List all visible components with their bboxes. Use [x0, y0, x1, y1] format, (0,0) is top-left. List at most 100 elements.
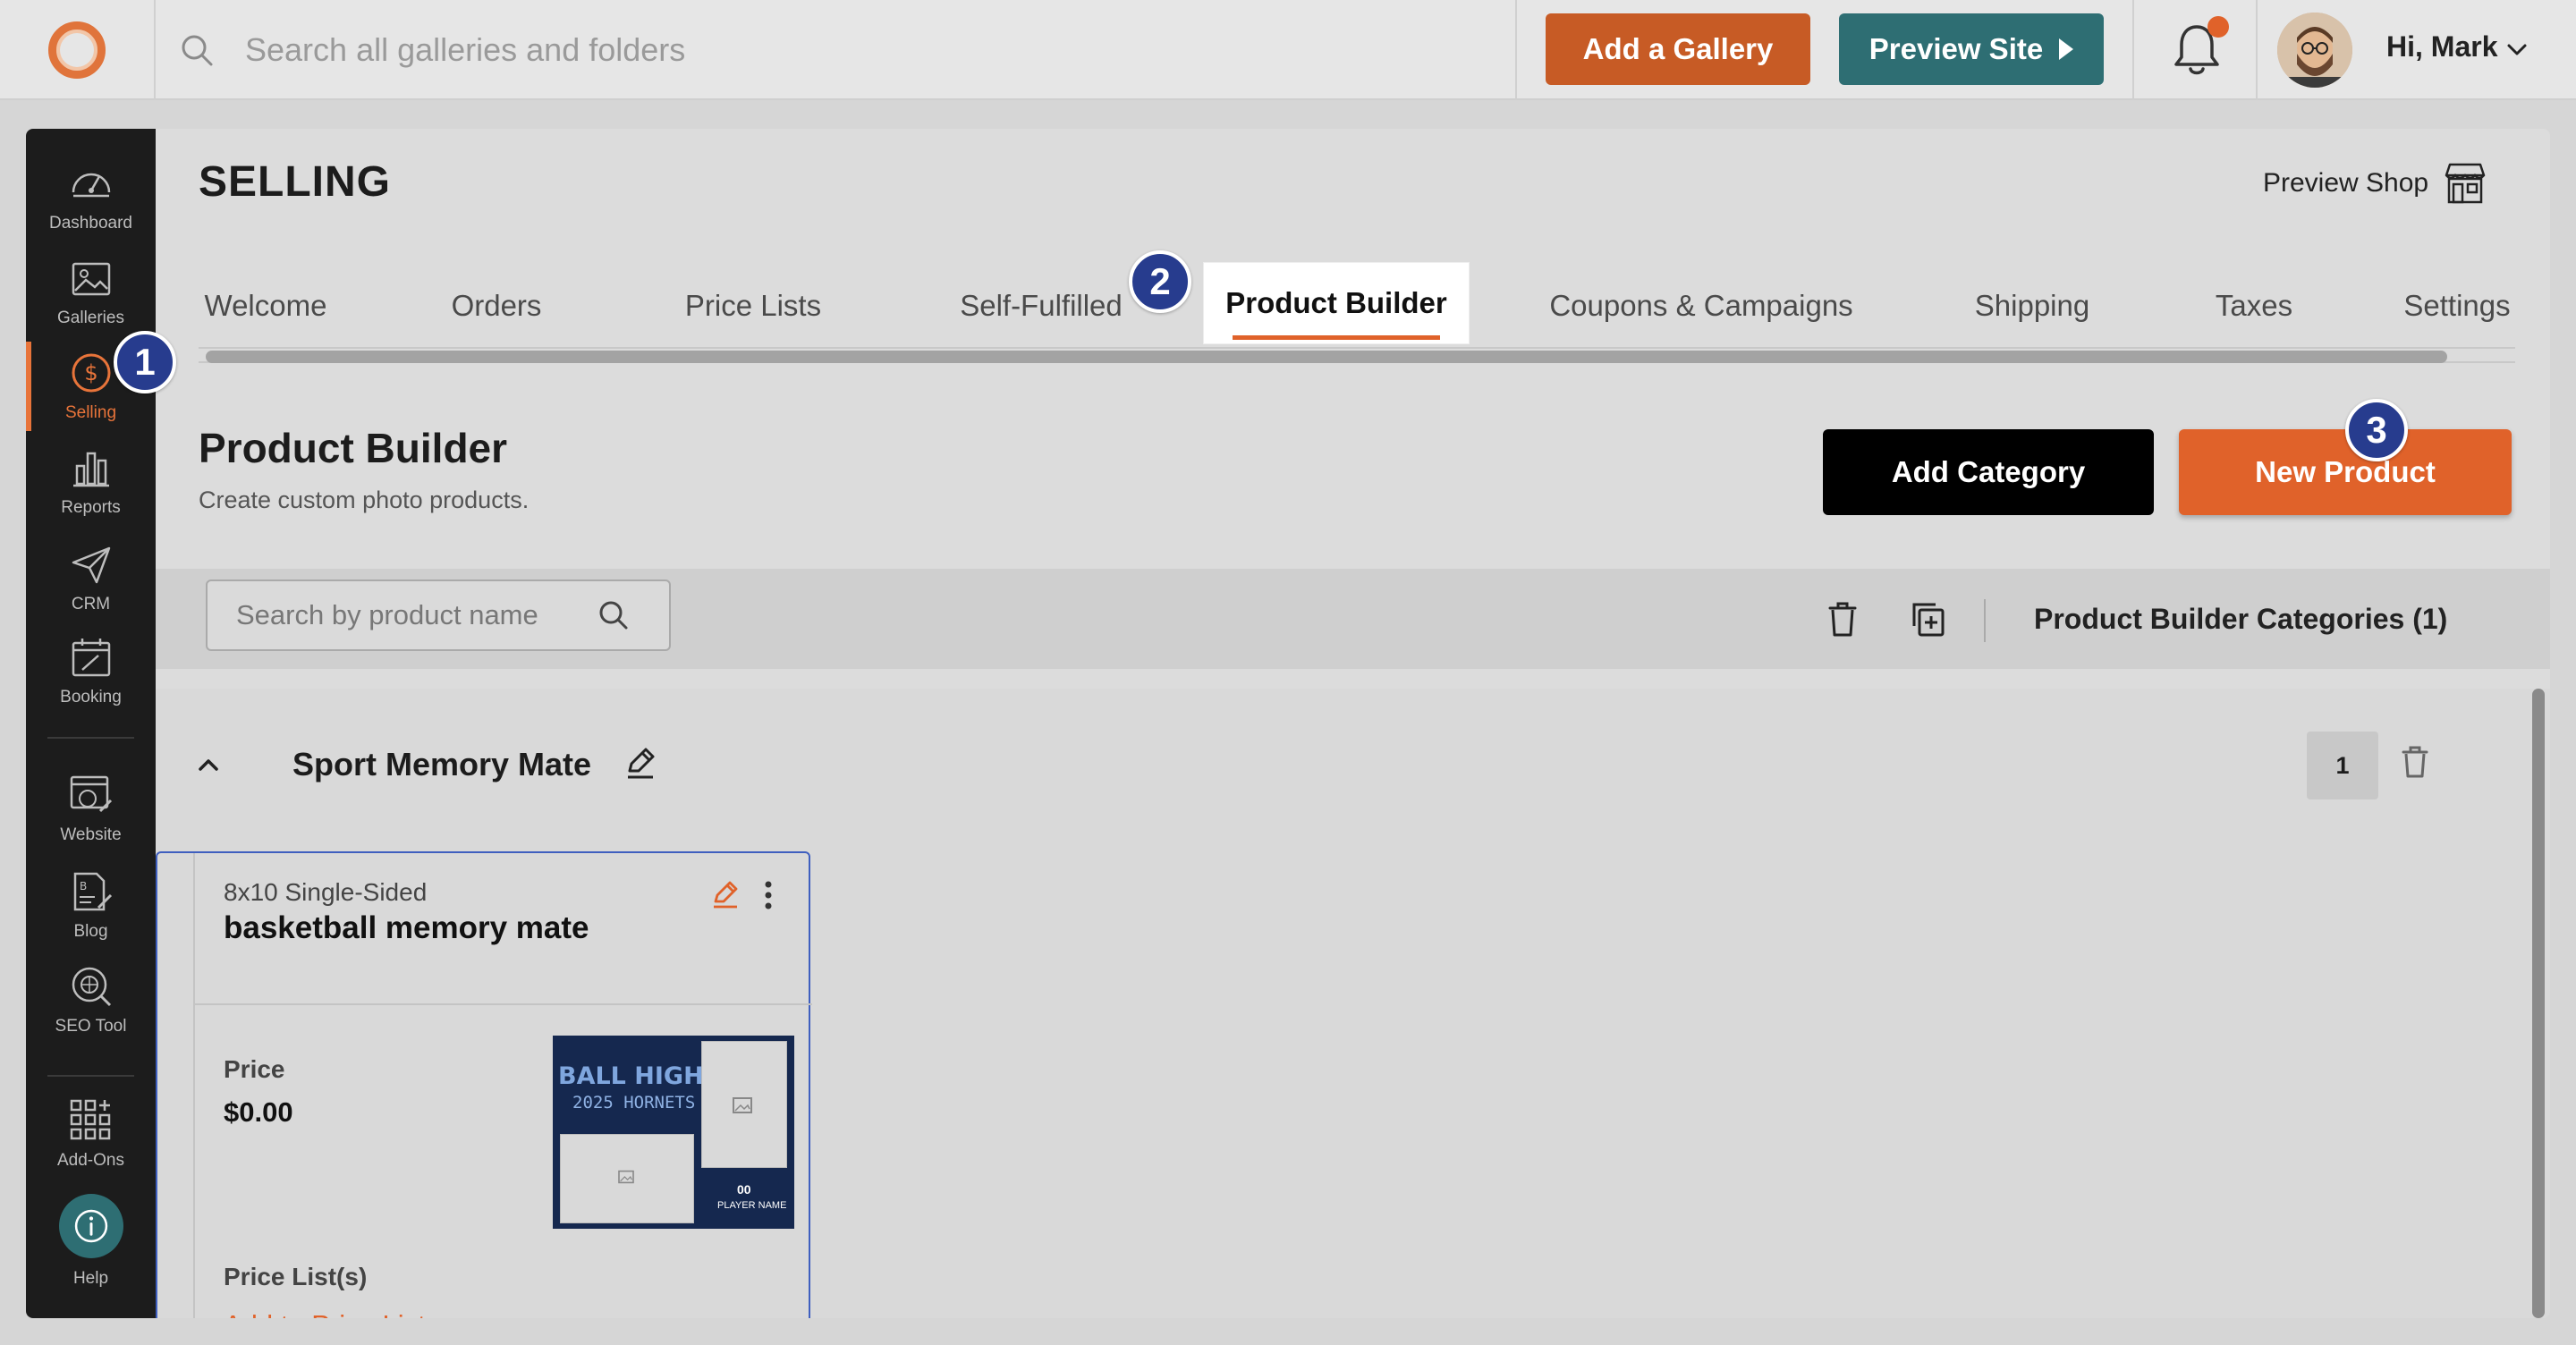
sidebar-item-crm[interactable]: CRM	[26, 533, 156, 622]
sidebar-item-label: Reports	[61, 498, 121, 517]
tab-welcome[interactable]: Welcome	[199, 268, 333, 343]
image-placeholder-icon	[618, 1170, 634, 1184]
tab-orders[interactable]: Orders	[429, 268, 564, 343]
global-search[interactable]	[179, 23, 1503, 77]
sidebar-item-add-ons[interactable]: Add-Ons	[26, 1089, 156, 1179]
sidebar-item-label: Booking	[60, 688, 122, 706]
topbar-divider	[1515, 0, 1517, 100]
chevron-down-icon[interactable]	[2504, 38, 2529, 63]
sidebar-item-galleries[interactable]: Galleries	[26, 247, 156, 336]
user-greeting[interactable]: Hi, Mark	[2386, 30, 2497, 63]
product-toolbar: Product Builder Categories (1)	[156, 569, 2550, 669]
storefront-icon	[2445, 163, 2486, 204]
product-search[interactable]	[206, 579, 671, 651]
duplicate-icon[interactable]	[1909, 597, 1948, 642]
search-icon	[182, 35, 213, 66]
section-title: Product Builder	[199, 425, 508, 471]
price-lists-label: Price List(s)	[224, 1263, 368, 1290]
vertical-scrollbar-thumb[interactable]	[2532, 689, 2545, 1318]
info-icon	[74, 1209, 107, 1243]
add-to-price-list-link[interactable]: Add to Price List	[224, 1309, 426, 1318]
avatar[interactable]	[2277, 13, 2352, 88]
tab-shipping[interactable]: Shipping	[1952, 268, 2113, 343]
product-size: 8x10 Single-Sided	[224, 878, 428, 906]
edit-pencil-icon[interactable]	[623, 744, 658, 780]
sidebar-item-label: CRM	[71, 595, 111, 613]
step-marker-3: 3	[2345, 399, 2408, 461]
sidebar-item-dashboard[interactable]: Dashboard	[26, 152, 156, 241]
search-icon[interactable]	[597, 599, 630, 631]
new-product-button[interactable]: New Product	[2179, 429, 2512, 515]
card-divider	[195, 1003, 812, 1005]
website-icon	[70, 775, 112, 813]
chevron-up-icon[interactable]	[195, 751, 222, 778]
preview-site-label: Preview Site	[1868, 32, 2044, 65]
calendar-icon	[72, 639, 110, 677]
logo-ring-icon	[48, 21, 106, 79]
tab-taxes[interactable]: Taxes	[2191, 268, 2317, 343]
svg-text:B: B	[80, 880, 87, 892]
product-search-input[interactable]	[236, 599, 594, 631]
tab-product-builder[interactable]: Product Builder	[1204, 263, 1469, 343]
tab-settings[interactable]: Settings	[2399, 268, 2515, 343]
sidebar-item-booking[interactable]: Booking	[26, 626, 156, 715]
tab-scrollbar[interactable]	[199, 347, 2515, 363]
tab-bar: Welcome Orders Price Lists Self-Fulfille…	[199, 263, 2515, 358]
more-options-icon[interactable]	[764, 880, 773, 910]
product-card[interactable]: 8x10 Single-Sided basketball memory mate…	[156, 851, 812, 1318]
tab-price-lists[interactable]: Price Lists	[664, 268, 843, 343]
sidebar-divider	[47, 737, 134, 739]
sidebar-item-label: SEO Tool	[55, 1017, 127, 1036]
tab-scrollbar-thumb[interactable]	[206, 351, 2447, 363]
tab-coupons-campaigns[interactable]: Coupons & Campaigns	[1522, 268, 1880, 343]
sidebar-divider	[47, 1075, 134, 1077]
add-category-button[interactable]: Add Category	[1823, 429, 2154, 515]
sidebar-item-seo-tool[interactable]: SEO Tool	[26, 955, 156, 1045]
help-button[interactable]	[58, 1194, 123, 1258]
sidebar-item-website[interactable]: Website	[26, 764, 156, 853]
product-builder-categories-link[interactable]: Product Builder Categories (1)	[2034, 603, 2447, 636]
preview-site-button[interactable]: Preview Site	[1839, 13, 2104, 85]
top-bar: Add a Gallery Preview Site Hi, Mark	[0, 0, 2576, 100]
main-content: SELLING Preview Shop Welcome Orders Pric…	[156, 129, 2550, 1318]
page-title: SELLING	[199, 158, 392, 206]
sidebar-item-label: Dashboard	[49, 214, 132, 233]
global-search-input[interactable]	[245, 31, 1318, 69]
svg-text:$: $	[84, 360, 97, 385]
preview-shop-link[interactable]: Preview Shop	[2263, 161, 2487, 206]
thumbnail-subtitle: 2025 HORNETS	[572, 1093, 696, 1112]
play-icon	[2059, 38, 2074, 60]
notification-dot	[2207, 16, 2229, 38]
vertical-scrollbar[interactable]	[2532, 689, 2545, 1318]
image-placeholder-icon	[733, 1097, 752, 1113]
category-section: Sport Memory Mate 1 8x10 Single-Sided ba…	[156, 689, 2550, 1318]
add-gallery-button[interactable]: Add a Gallery	[1546, 13, 1810, 85]
product-thumbnail[interactable]: BALL HIGH 2025 HORNETS 00 PLAYER NAME	[553, 1036, 794, 1229]
category-product-count: 1	[2307, 732, 2378, 799]
sidebar-item-help[interactable]: Help	[26, 1180, 156, 1302]
category-name: Sport Memory Mate	[292, 746, 592, 782]
trash-icon[interactable]	[1823, 597, 1862, 642]
grid-plus-icon	[70, 1099, 110, 1140]
step-marker-1: 1	[114, 331, 176, 393]
edit-pencil-icon[interactable]	[710, 878, 741, 909]
sidebar-item-label: Add-Ons	[57, 1151, 124, 1170]
dollar-circle-icon: $	[72, 353, 110, 393]
price-label: Price	[224, 1055, 285, 1083]
preview-shop-label: Preview Shop	[2263, 168, 2429, 198]
section-subtitle: Create custom photo products.	[199, 486, 530, 513]
blog-icon: B	[73, 872, 112, 911]
image-icon	[72, 262, 110, 296]
sidebar-item-reports[interactable]: Reports	[26, 436, 156, 526]
product-name: basketball memory mate	[224, 910, 589, 945]
sidebar-item-blog[interactable]: B Blog	[26, 860, 156, 950]
sidebar-item-label: Blog	[73, 922, 108, 941]
paper-plane-icon	[72, 546, 110, 584]
app-logo[interactable]	[0, 0, 156, 100]
sidebar-item-label: Galleries	[57, 309, 124, 327]
trash-icon[interactable]	[2399, 744, 2431, 780]
user-avatar-icon	[2277, 13, 2352, 88]
tab-self-fulfilled[interactable]: Self-Fulfilled	[925, 268, 1157, 343]
sidebar-item-label: Selling	[64, 403, 117, 422]
toolbar-divider	[1984, 599, 1986, 642]
